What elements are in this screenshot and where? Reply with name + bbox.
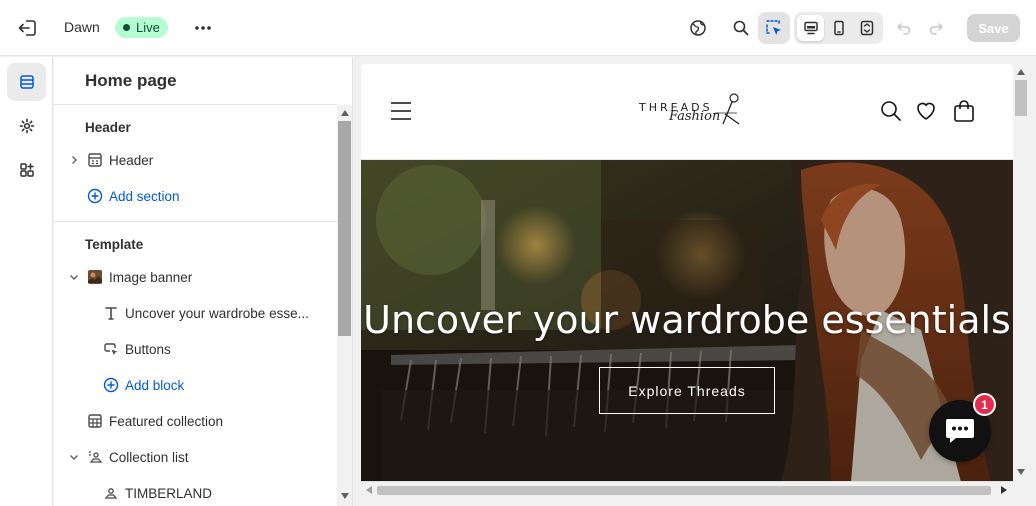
scroll-down-arrow-icon[interactable] [341,493,349,499]
needle-logo-icon [715,93,740,125]
sections-sidebar: Home page Header Header Add section Temp… [54,57,353,506]
section-row-collection-list[interactable]: Collection list [54,443,337,471]
select-cursor-icon [766,20,781,35]
gear-icon [19,118,34,134]
page-title: Home page [85,71,177,90]
section-row-image-banner[interactable]: Image banner [54,263,337,291]
image-thumbnail-icon [87,269,103,285]
section-label: Image banner [109,269,193,285]
block-label: Buttons [125,341,171,357]
block-label: TIMBERLAND [125,485,213,501]
block-row-buttons[interactable]: Buttons [54,335,337,363]
theme-settings-nav-button[interactable] [7,107,46,145]
scroll-left-arrow-icon[interactable] [366,486,372,494]
chevron-right-icon[interactable] [68,154,80,166]
divider [54,104,337,105]
sidebar-scrollbar-thumb[interactable] [338,121,351,336]
add-block-label: Add block [125,377,185,393]
banner-heading: Uncover your wardrobe essentials [363,298,1011,342]
editor-topbar: Dawn Live Save [0,0,1036,56]
search-icon[interactable] [879,99,903,123]
storefront-preview[interactable]: THREADS Fashion Uncover your wardrobe es… [361,64,1013,498]
section-label: Collection list [109,449,189,465]
button-icon [103,341,119,357]
preview-vertical-scrollbar-thumb[interactable] [1015,80,1027,116]
heart-icon[interactable] [914,99,938,123]
block-row-heading[interactable]: Uncover your wardrobe esse... [54,299,337,327]
menu-icon[interactable] [391,102,411,120]
section-row-featured-collection[interactable]: Featured collection [54,407,337,435]
section-label: Header [109,152,154,168]
inspector-select-button[interactable] [758,12,790,44]
sections-nav-button[interactable] [7,63,46,101]
section-label: Featured collection [109,413,224,429]
cart-icon[interactable] [952,99,976,123]
desktop-view-button[interactable] [797,15,824,41]
chevron-down-icon[interactable] [68,271,80,283]
store-header[interactable]: THREADS Fashion [361,64,1013,160]
live-status-badge: Live [115,17,168,38]
editor-rail [0,57,53,506]
chevron-down-icon[interactable] [68,451,80,463]
plus-circle-icon [87,188,103,204]
header-section-icon [87,152,103,168]
block-label: Uncover your wardrobe esse... [125,305,309,321]
add-section-label: Add section [109,188,180,204]
status-dot-icon [123,24,130,31]
desktop-icon [803,21,818,35]
divider [54,221,337,222]
collection-list-icon [87,449,103,465]
save-button[interactable]: Save [967,14,1020,42]
template-group-heading: Template [85,237,144,252]
chat-bubble-icon [946,419,974,443]
scroll-up-arrow-icon[interactable] [1017,69,1025,75]
add-section-button[interactable]: Add section [54,182,337,210]
scroll-down-arrow-icon[interactable] [1017,469,1025,475]
preview-vertical-scrollbar[interactable] [1013,64,1029,481]
image-banner[interactable]: Uncover your wardrobe essentials Explore… [361,160,1013,482]
block-row-collection[interactable]: TIMBERLAND [54,479,337,506]
header-group-heading: Header [85,120,131,135]
apps-icon [19,163,34,177]
fullscreen-view-button[interactable] [853,15,880,41]
scroll-right-arrow-icon[interactable] [1001,486,1007,494]
exit-icon[interactable] [17,17,39,39]
device-switcher [794,12,883,44]
scroll-up-arrow-icon[interactable] [341,110,349,116]
section-row-header[interactable]: Header [54,146,337,174]
featured-collection-icon [87,413,103,429]
chat-notification-badge: 1 [973,393,996,416]
store-logo[interactable]: THREADS Fashion [637,92,743,132]
globe-icon[interactable] [686,16,710,40]
fullscreen-icon [860,20,873,36]
logo-script: Fashion [669,109,721,124]
more-actions-icon[interactable] [192,17,214,39]
mobile-view-button[interactable] [825,15,852,41]
preview-horizontal-scrollbar[interactable] [361,481,1013,498]
sections-icon [19,75,34,89]
explore-button[interactable]: Explore Threads [599,367,775,414]
collection-icon [103,485,119,501]
redo-icon[interactable] [924,16,948,40]
add-block-button[interactable]: Add block [54,371,337,399]
apps-nav-button[interactable] [7,151,46,189]
live-status-label: Live [136,20,160,35]
plus-circle-icon [103,377,119,393]
undo-icon[interactable] [892,16,916,40]
preview-horizontal-scrollbar-thumb[interactable] [377,486,991,495]
theme-name: Dawn [64,19,100,35]
mobile-icon [833,20,844,36]
search-icon[interactable] [729,16,753,40]
text-icon [103,305,119,321]
